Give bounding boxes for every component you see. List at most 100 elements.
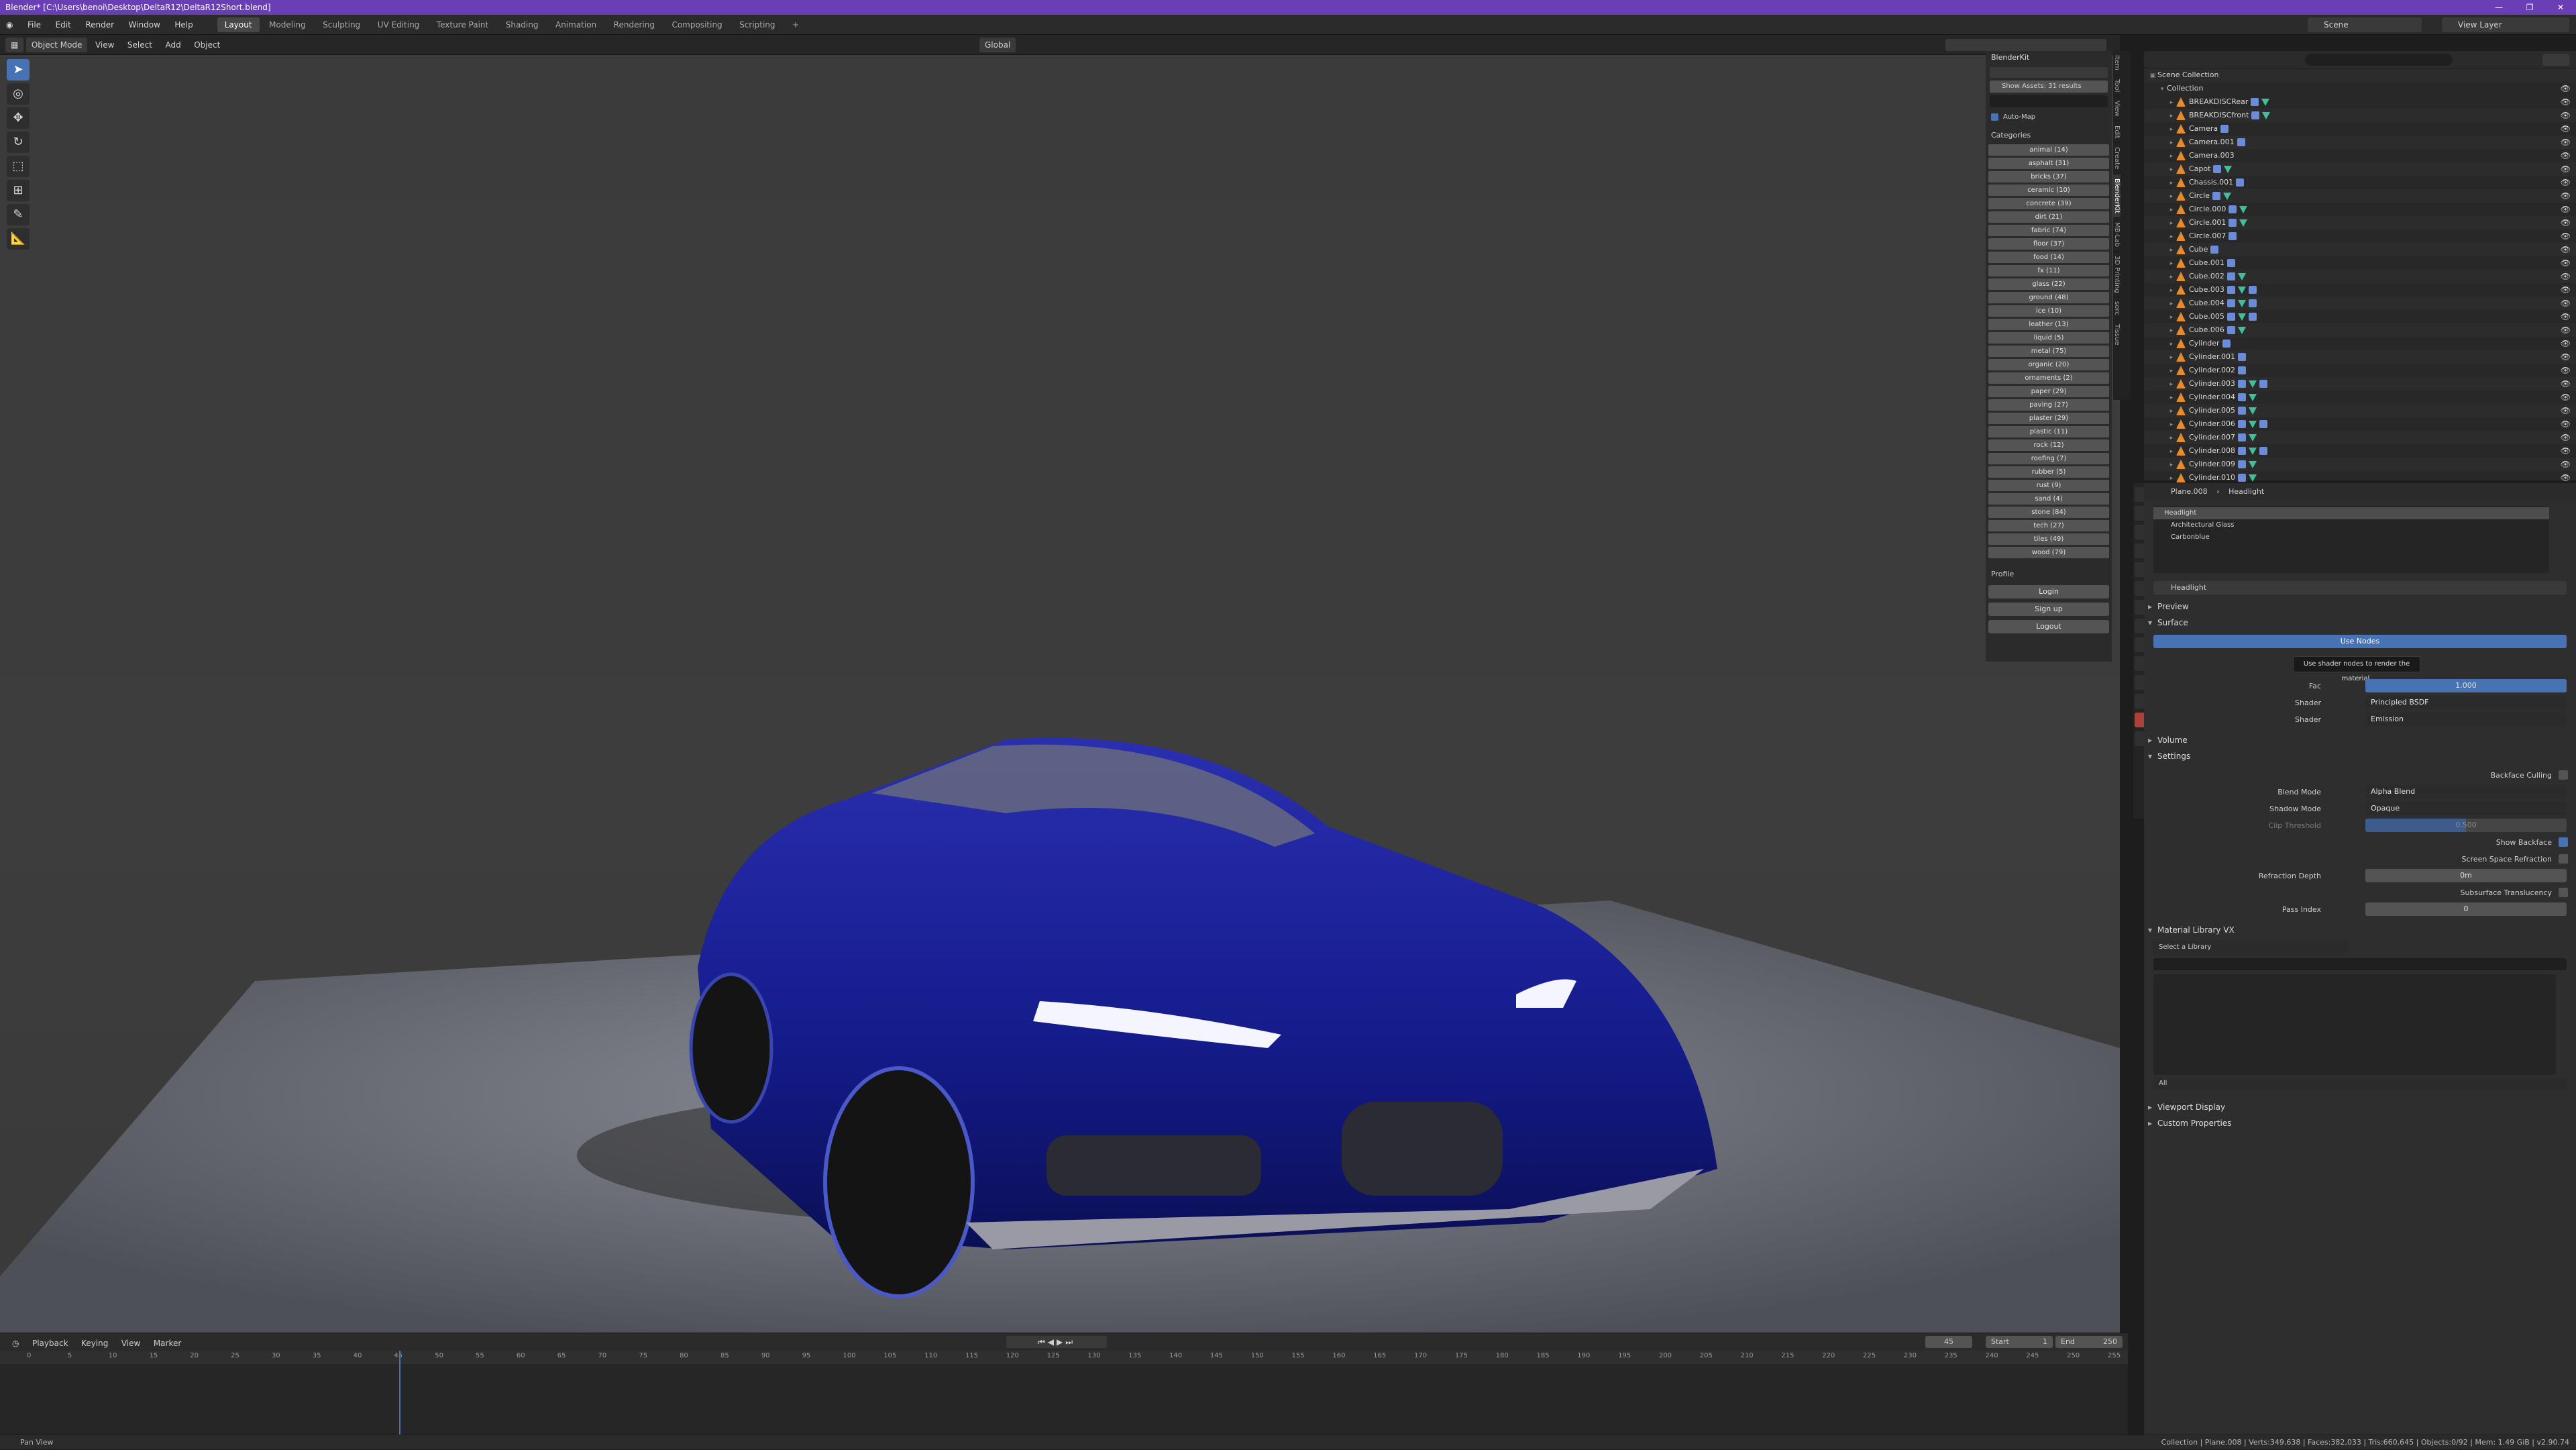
signup-button[interactable]: Sign up — [1988, 603, 2109, 616]
expand-icon[interactable]: ▸ — [2167, 150, 2176, 163]
mesh-data-icon[interactable] — [2237, 299, 2246, 307]
expand-icon[interactable]: ▸ — [2167, 123, 2176, 136]
outliner-row[interactable]: ▸ Cylinder.003 👁 — [2144, 377, 2576, 391]
expand-icon[interactable]: ▸ — [2167, 136, 2176, 150]
tab-animation[interactable]: Animation — [548, 17, 604, 32]
library-select-dropdown[interactable]: Select a Library — [2153, 941, 2348, 954]
timeline-menu-keying[interactable]: Keying — [76, 1336, 113, 1351]
category-button[interactable]: dirt (21) — [1988, 211, 2109, 223]
eye-icon[interactable]: 👁 — [2561, 310, 2571, 323]
outliner-row[interactable]: ▸ Cube.003 👁 — [2144, 283, 2576, 297]
blender-logo-icon[interactable]: ◉ — [0, 15, 19, 35]
sidebar-tab-sorc[interactable]: sorc — [2113, 297, 2121, 321]
blenderkit-search-input[interactable] — [1990, 95, 2108, 107]
eye-icon[interactable]: 👁 — [2561, 109, 2571, 122]
modifier-icon[interactable] — [2259, 380, 2268, 388]
category-button[interactable]: tech (27) — [1988, 520, 2109, 531]
modifier-icon[interactable] — [2238, 407, 2247, 415]
outliner-row[interactable]: ▸ Cylinder.004 👁 — [2144, 391, 2576, 404]
modifier-icon[interactable] — [2259, 447, 2268, 455]
category-button[interactable]: floor (37) — [1988, 238, 2109, 250]
eye-icon[interactable]: 👁 — [2561, 270, 2571, 283]
category-button[interactable]: glass (22) — [1988, 278, 2109, 290]
outliner-row[interactable]: ▸ Cylinder.008 👁 — [2144, 444, 2576, 458]
modifier-icon[interactable] — [2229, 219, 2237, 227]
preview-section[interactable]: Preview — [2144, 599, 2576, 615]
outliner-search-input[interactable] — [2305, 54, 2453, 66]
eye-icon[interactable]: 👁 — [2561, 162, 2571, 176]
filter-icon[interactable] — [2542, 54, 2569, 66]
expand-icon[interactable]: ▸ — [2167, 203, 2176, 217]
library-search-input[interactable] — [2153, 958, 2567, 970]
modifier-icon[interactable] — [2248, 299, 2257, 307]
slot-architectural-glass[interactable]: Architectural Glass — [2153, 519, 2549, 531]
3d-viewport[interactable]: ➤ ◎ ✥ ↻ ⬚ ⊞ ✎ 📐 — [0, 55, 2120, 1333]
eye-icon[interactable]: 👁 — [2561, 297, 2571, 310]
expand-icon[interactable]: ▸ — [2167, 176, 2176, 190]
viewport-menu-object[interactable]: Object — [189, 38, 225, 52]
outliner-row[interactable]: ▸ Cylinder.006 👁 — [2144, 417, 2576, 431]
outliner-row[interactable]: ▸ Camera.003 👁 — [2144, 149, 2576, 162]
menu-window[interactable]: Window — [123, 15, 166, 35]
settings-section[interactable]: Settings — [2144, 748, 2576, 764]
modifier-icon[interactable] — [2213, 165, 2222, 173]
eye-icon[interactable]: 👁 — [2561, 122, 2571, 136]
modifier-icon[interactable] — [2226, 272, 2235, 280]
modifier-icon[interactable] — [2238, 353, 2247, 361]
fac-slider[interactable]: 1.000 — [2365, 679, 2567, 692]
modifier-icon[interactable] — [2226, 286, 2235, 294]
outliner-row[interactable]: ▸ Cylinder.002 👁 — [2144, 364, 2576, 377]
modifier-icon[interactable] — [2248, 313, 2257, 321]
move-tool-icon[interactable]: ✥ — [7, 107, 30, 129]
eye-icon[interactable]: 👁 — [2561, 95, 2571, 109]
eye-icon[interactable]: 👁 — [2561, 471, 2571, 484]
category-button[interactable]: paper (29) — [1988, 386, 2109, 397]
material-library-section[interactable]: Material Library VX — [2144, 922, 2576, 938]
eye-icon[interactable]: 👁 — [2561, 417, 2571, 431]
expand-icon[interactable]: ▸ — [2167, 364, 2176, 378]
menu-help[interactable]: Help — [168, 15, 199, 35]
mesh-data-icon[interactable] — [2249, 380, 2257, 388]
library-material-list[interactable] — [2153, 974, 2556, 1075]
eye-icon[interactable]: 👁 — [2561, 243, 2571, 256]
modifier-icon[interactable] — [2236, 178, 2245, 187]
expand-icon[interactable]: ▸ — [2167, 324, 2176, 338]
modifier-icon[interactable] — [2237, 138, 2245, 146]
material-name-field[interactable]: Headlight — [2153, 581, 2567, 594]
login-button[interactable]: Login — [1988, 585, 2109, 599]
shader1-field[interactable]: Principled BSDF — [2365, 696, 2567, 709]
eye-icon[interactable]: 👁 — [2561, 149, 2571, 162]
frame-ruler[interactable]: 0 5 10 15 20 25 30 35 40 45 50 55 60 65 70 75 80 85 90 95 10… — [0, 1351, 2128, 1364]
refraction-depth-field[interactable]: 0m — [2365, 869, 2567, 882]
eye-icon[interactable]: 👁 — [2561, 176, 2571, 189]
eye-icon[interactable]: 👁 — [2561, 203, 2571, 216]
sidebar-tab-tool[interactable]: Tool — [2113, 75, 2121, 97]
category-button[interactable]: organic (20) — [1988, 359, 2109, 370]
expand-icon[interactable]: ▸ — [2167, 458, 2176, 472]
mesh-data-icon[interactable] — [2237, 326, 2246, 334]
timeline-editor-icon[interactable]: ◷ — [7, 1336, 24, 1351]
expand-icon[interactable]: ▸ — [2167, 190, 2176, 203]
modifier-icon[interactable] — [2238, 433, 2247, 442]
outliner-row[interactable]: ▸ Cylinder.001 👁 — [2144, 350, 2576, 364]
eye-icon[interactable]: 👁 — [2561, 136, 2571, 149]
expand-icon[interactable]: ▸ — [2167, 230, 2176, 244]
category-button[interactable]: food (14) — [1988, 252, 2109, 263]
eye-icon[interactable]: 👁 — [2561, 82, 2571, 95]
outliner-row[interactable]: ▸ Cube.005 👁 — [2144, 310, 2576, 323]
mesh-data-icon[interactable] — [2261, 98, 2270, 106]
playhead[interactable] — [399, 1351, 401, 1435]
modifier-icon[interactable] — [2226, 299, 2235, 307]
modifier-icon[interactable] — [2222, 340, 2231, 348]
tab-modeling[interactable]: Modeling — [262, 17, 313, 32]
modifier-icon[interactable] — [2248, 286, 2257, 294]
mesh-data-icon[interactable] — [2249, 460, 2257, 468]
viewport-menu-view[interactable]: View — [90, 38, 119, 52]
category-button[interactable]: ground (48) — [1988, 292, 2109, 303]
expand-icon[interactable]: ▸ — [2167, 391, 2176, 405]
category-button[interactable]: sand (4) — [1988, 493, 2109, 505]
category-button[interactable]: liquid (5) — [1988, 332, 2109, 344]
category-button[interactable]: ornaments (2) — [1988, 372, 2109, 384]
sss-checkbox[interactable] — [2559, 888, 2568, 897]
mesh-data-icon[interactable] — [2237, 272, 2246, 280]
